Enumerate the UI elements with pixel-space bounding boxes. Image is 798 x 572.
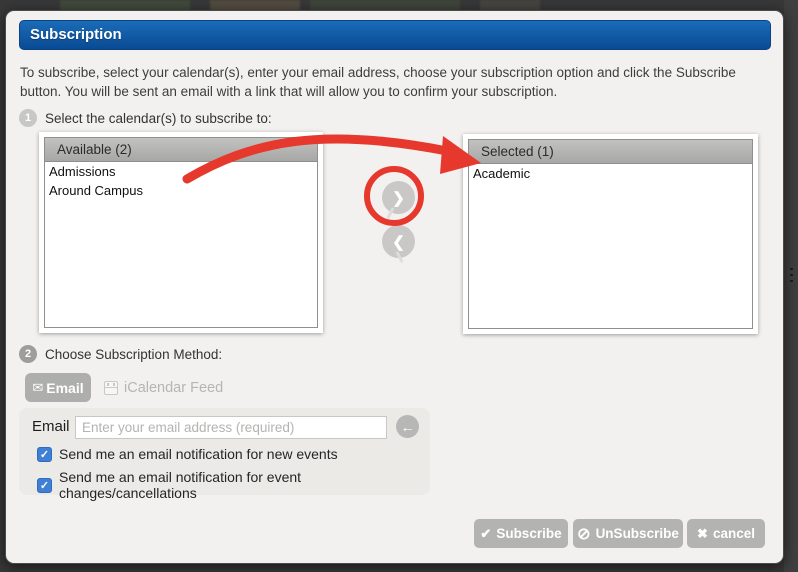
calendar-icon [104,381,118,395]
intro-text: To subscribe, select your calendar(s), e… [20,63,776,101]
selected-list-header: Selected (1) [469,140,752,164]
back-arrow-icon: ← [401,419,415,435]
available-list-items[interactable]: Admissions Around Campus [45,162,317,327]
changes-checkbox[interactable]: ✓ [37,478,52,493]
background-right-strip [784,0,798,572]
check-icon: ✔ [480,526,491,542]
new-events-check-row: ✓ Send me an email notification for new … [37,446,338,462]
icalendar-method-button[interactable]: iCalendar Feed [104,373,223,402]
step-2-row: 2 Choose Subscription Method: [19,345,222,363]
selected-listbox: Selected (1) Academic [463,134,758,334]
available-list-header: Available (2) [45,138,317,162]
icalendar-method-label: iCalendar Feed [124,380,223,396]
step-1-label: Select the calendar(s) to subscribe to: [45,111,272,126]
subscribe-button-label: Subscribe [496,526,561,541]
cross-icon: ✖ [697,526,708,542]
step-1-row: 1 Select the calendar(s) to subscribe to… [19,109,272,127]
step-1-badge: 1 [19,109,37,127]
email-input[interactable] [75,416,387,439]
subscription-dialog: Subscription To subscribe, select your c… [5,10,784,564]
envelope-icon: ✉ [32,380,43,396]
background-dot [790,268,793,270]
unsubscribe-button-label: UnSubscribe [596,526,679,541]
email-panel: Email ← ✓ Send me an email notification … [19,408,430,495]
chevron-right-icon: ❯ [392,189,405,207]
background-dot [790,280,793,282]
new-events-checkbox[interactable]: ✓ [37,447,52,462]
available-listbox-inner: Available (2) Admissions Around Campus [44,137,318,328]
move-to-selected-button[interactable]: ❯ [382,181,415,214]
list-item-around-campus[interactable]: Around Campus [45,181,317,200]
selected-listbox-inner: Selected (1) Academic [468,139,753,329]
cancel-button[interactable]: ✖ cancel [687,519,765,548]
email-field-label: Email [32,418,70,435]
background-dot [790,274,793,276]
selected-list-items[interactable]: Academic [469,164,752,328]
email-method-button[interactable]: ✉ Email [25,373,91,402]
dialog-title: Subscription [19,20,771,50]
changes-checkbox-label: Send me an email notification for event … [59,469,430,501]
list-item-admissions[interactable]: Admissions [45,162,317,181]
list-item-academic[interactable]: Academic [469,164,752,183]
step-2-label: Choose Subscription Method: [45,347,222,362]
block-icon: ⊘ [577,524,590,544]
email-method-label: Email [46,380,83,396]
chevron-left-icon: ❮ [392,233,405,251]
subscribe-button[interactable]: ✔ Subscribe [474,519,568,548]
step-2-badge: 2 [19,345,37,363]
clear-email-button[interactable]: ← [396,415,419,438]
changes-check-row: ✓ Send me an email notification for even… [37,469,430,501]
available-listbox: Available (2) Admissions Around Campus [39,132,323,333]
unsubscribe-button[interactable]: ⊘ UnSubscribe [573,519,683,548]
cancel-button-label: cancel [713,526,755,541]
new-events-checkbox-label: Send me an email notification for new ev… [59,446,338,462]
